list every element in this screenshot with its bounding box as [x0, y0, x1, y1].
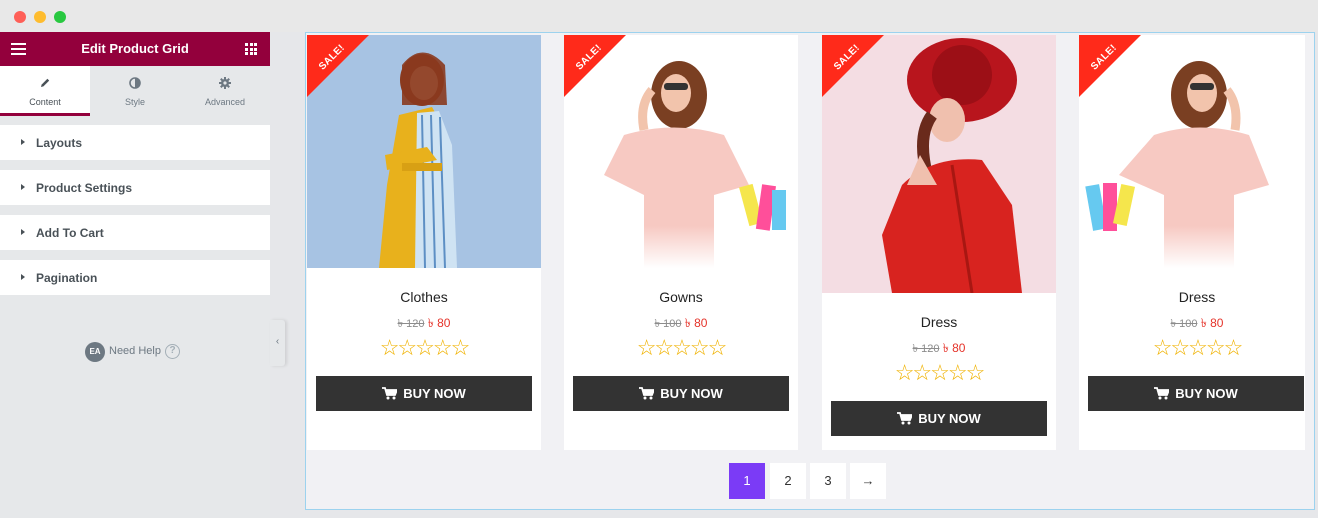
- pagination-page-2[interactable]: 2: [770, 463, 806, 499]
- caret-right-icon: [21, 184, 25, 190]
- cart-icon: [1154, 378, 1171, 413]
- half-circle-icon: [90, 77, 180, 92]
- section-layouts[interactable]: Layouts: [0, 125, 270, 160]
- sale-ribbon: SALE!: [822, 35, 884, 97]
- caret-right-icon: [21, 274, 25, 280]
- pagination-page-1[interactable]: 1: [729, 463, 765, 499]
- chevron-left-icon: ‹: [275, 336, 280, 347]
- section-label: Pagination: [36, 271, 98, 285]
- product-card: SALE! Dress ৳ 100 ৳ 80 ☆☆☆☆☆ BUY NOW: [1079, 35, 1305, 450]
- close-window-button[interactable]: [14, 11, 26, 23]
- widgets-grid-icon[interactable]: [245, 43, 257, 55]
- old-price: ৳ 100: [1170, 318, 1198, 330]
- product-price: ৳ 100 ৳ 80: [564, 315, 798, 335]
- buy-now-button[interactable]: BUY NOW: [831, 401, 1047, 436]
- caret-right-icon: [21, 229, 25, 235]
- new-price: ৳ 80: [1200, 316, 1224, 330]
- window-titlebar: [0, 0, 1318, 32]
- star-rating: ☆☆☆☆☆: [636, 335, 728, 360]
- new-price: ৳ 80: [942, 341, 966, 355]
- product-card: SALE! Dress ৳ 120 ৳ 80 ☆☆☆☆☆ BUY NOW: [822, 35, 1056, 450]
- pagination-page-3[interactable]: 3: [810, 463, 846, 499]
- cart-icon: [897, 403, 914, 438]
- section-pagination[interactable]: Pagination: [0, 260, 270, 295]
- buy-now-button[interactable]: BUY NOW: [1088, 376, 1304, 411]
- pagination-next-button[interactable]: →: [850, 463, 886, 499]
- product-card: SALE! Clothes ৳ 120 ৳ 80 ☆☆☆☆☆ BUY NOW: [307, 35, 541, 450]
- need-help-link[interactable]: EA Need Help ?: [85, 342, 205, 362]
- cart-icon: [382, 378, 399, 413]
- section-label: Product Settings: [36, 181, 133, 195]
- ea-logo-icon: EA: [85, 342, 105, 362]
- product-name[interactable]: Clothes: [307, 289, 541, 305]
- question-icon: ?: [165, 344, 180, 359]
- star-rating: ☆☆☆☆☆: [379, 335, 471, 360]
- buy-now-label: BUY NOW: [660, 386, 723, 401]
- editor-panel: Edit Product Grid Content Style Advanced…: [0, 32, 270, 518]
- product-price: ৳ 120 ৳ 80: [307, 315, 541, 335]
- panel-title: Edit Product Grid: [81, 41, 189, 56]
- star-rating: ☆☆☆☆☆: [1152, 335, 1244, 360]
- tab-content[interactable]: Content: [0, 66, 90, 116]
- section-label: Layouts: [36, 136, 83, 150]
- old-price: ৳ 100: [654, 318, 682, 330]
- tab-style-label: Style: [124, 97, 145, 107]
- tab-advanced-label: Advanced: [204, 97, 246, 107]
- buy-now-button[interactable]: BUY NOW: [573, 376, 789, 411]
- sale-ribbon: SALE!: [307, 35, 369, 97]
- new-price: ৳ 80: [684, 316, 708, 330]
- product-price: ৳ 100 ৳ 80: [1079, 315, 1305, 335]
- buy-now-label: BUY NOW: [918, 411, 981, 426]
- minimize-window-button[interactable]: [34, 11, 46, 23]
- collapse-panel-button[interactable]: ‹: [270, 320, 285, 366]
- cart-icon: [639, 378, 656, 413]
- tab-advanced[interactable]: Advanced: [180, 66, 270, 116]
- product-price: ৳ 120 ৳ 80: [822, 340, 1056, 360]
- product-card: SALE! Gowns ৳ 100 ৳ 80 ☆☆☆☆☆ BUY NOW: [564, 35, 798, 450]
- maximize-window-button[interactable]: [54, 11, 66, 23]
- sale-ribbon: SALE!: [1079, 35, 1141, 97]
- sale-ribbon: SALE!: [564, 35, 626, 97]
- new-price: ৳ 80: [427, 316, 451, 330]
- section-add-to-cart[interactable]: Add To Cart: [0, 215, 270, 250]
- tab-style[interactable]: Style: [90, 66, 180, 116]
- need-help-label: Need Help: [109, 345, 161, 357]
- product-name[interactable]: Dress: [822, 314, 1056, 330]
- section-product-settings[interactable]: Product Settings: [0, 170, 270, 205]
- caret-right-icon: [21, 139, 25, 145]
- tab-content-label: Content: [29, 97, 61, 107]
- buy-now-button[interactable]: BUY NOW: [316, 376, 532, 411]
- star-rating: ☆☆☆☆☆: [894, 360, 986, 385]
- old-price: ৳ 120: [912, 343, 940, 355]
- product-name[interactable]: Gowns: [564, 289, 798, 305]
- buy-now-label: BUY NOW: [1175, 386, 1238, 401]
- product-grid-preview: SALE! Clothes ৳ 120 ৳ 80 ☆☆☆☆☆ BUY NOW S…: [305, 32, 1315, 510]
- product-name[interactable]: Dress: [1079, 289, 1305, 305]
- section-label: Add To Cart: [36, 226, 104, 240]
- gear-icon: [180, 77, 270, 92]
- panel-tabs: Content Style Advanced: [0, 66, 270, 116]
- buy-now-label: BUY NOW: [403, 386, 466, 401]
- pencil-icon: [0, 77, 90, 92]
- old-price: ৳ 120: [397, 318, 425, 330]
- panel-header: Edit Product Grid: [0, 32, 270, 66]
